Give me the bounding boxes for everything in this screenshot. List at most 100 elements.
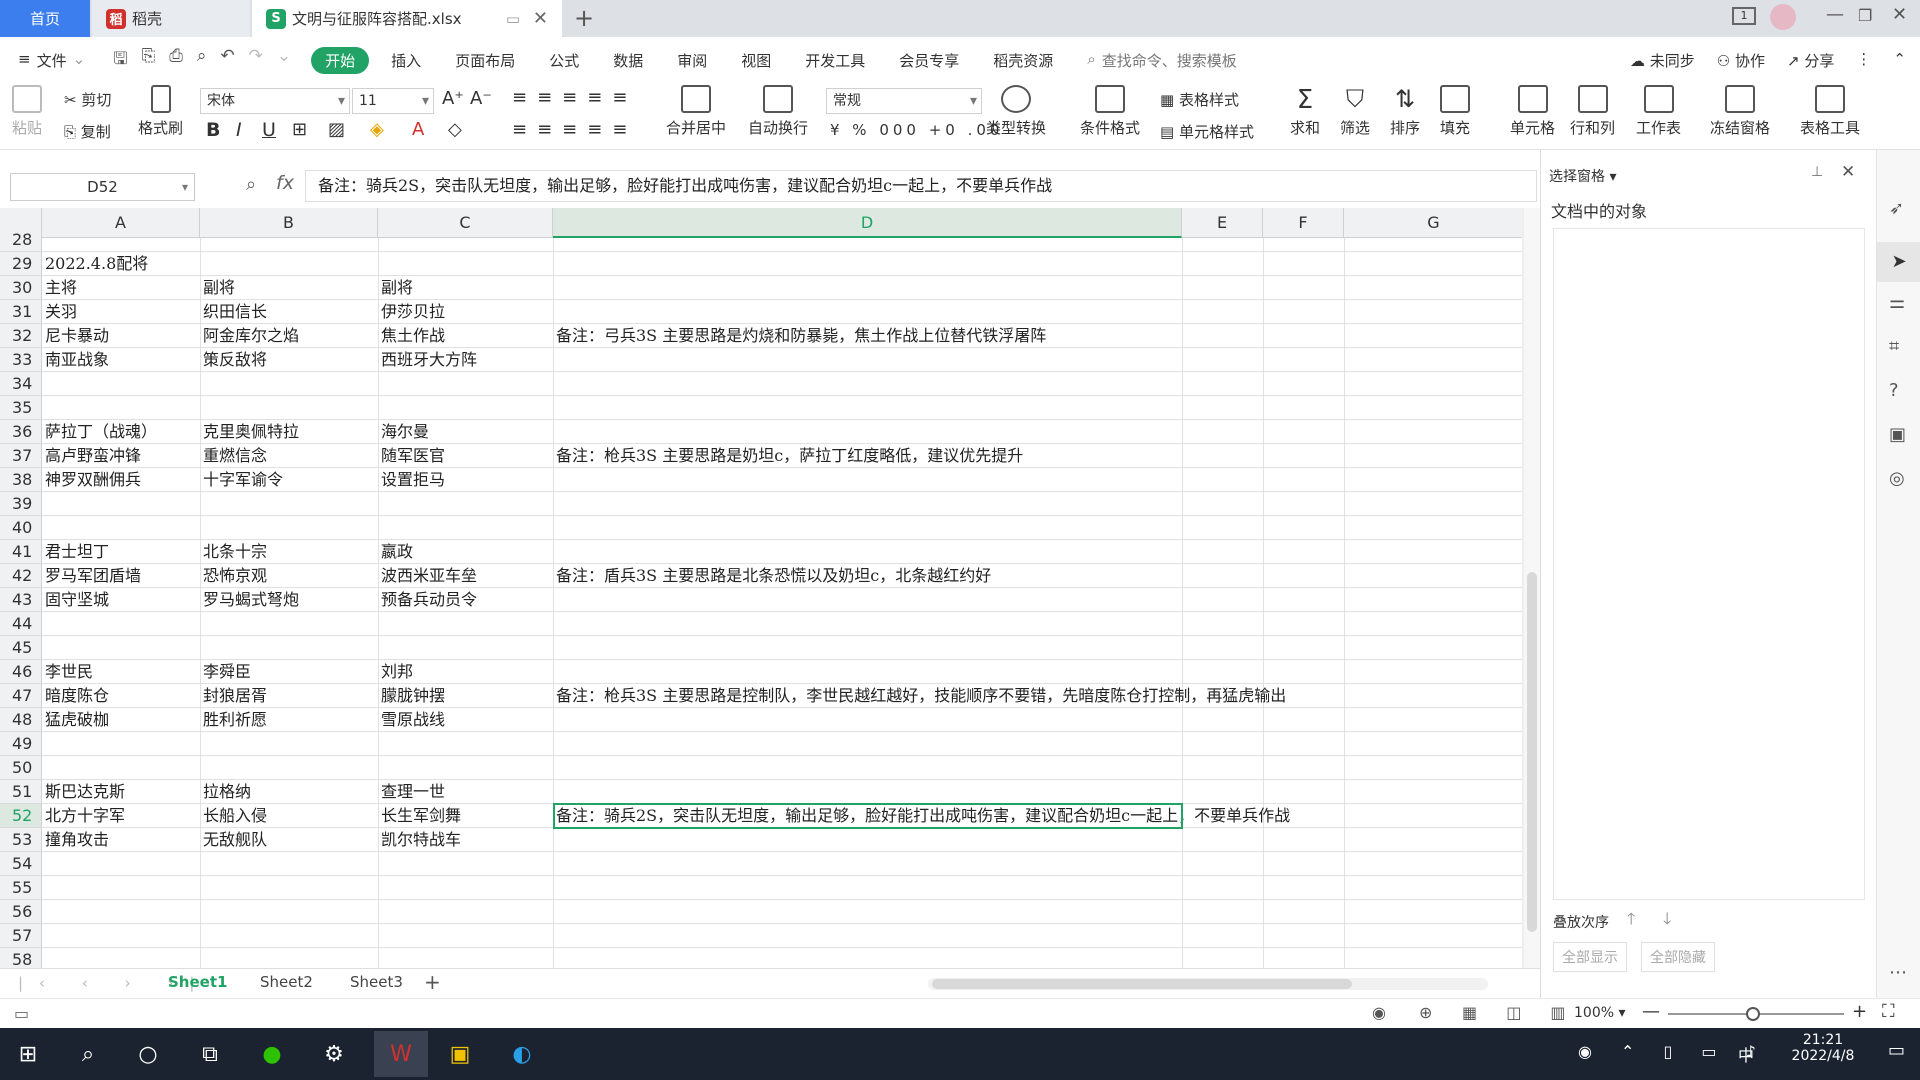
cell-c[interactable]: 设置拒马 [378,468,445,492]
row-header[interactable]: 40 [0,516,42,540]
cell-d[interactable] [553,588,556,612]
number-format-buttons[interactable]: ¥ % 000 +0 .00 [830,121,1003,139]
row-header[interactable]: 34 [0,372,42,396]
cell-d[interactable] [553,396,556,420]
cell-d[interactable] [553,780,556,804]
cell-c[interactable] [378,876,381,900]
redo-icon[interactable]: ↷ [249,46,263,75]
macro-icon[interactable]: ▭ [14,1004,29,1023]
avatar[interactable] [1770,4,1796,30]
cell-a[interactable]: 固守坚城 [42,588,109,612]
cortana-icon[interactable]: ○ [128,1034,168,1074]
cell-b[interactable]: 克里奥佩特拉 [200,420,299,444]
cell-a[interactable] [42,948,45,968]
cell-d[interactable] [553,876,556,900]
row-header[interactable]: 31 [0,300,42,324]
sheet-tab-3[interactable]: Sheet3 [350,973,403,991]
cell-b[interactable]: 胜利祈愿 [200,708,267,732]
ime-indicator[interactable]: 中 [1738,1042,1754,1066]
cell-a[interactable] [42,876,45,900]
undo-icon[interactable]: ↶ [220,46,234,75]
cut-button[interactable]: ✂ 剪切 [64,89,111,110]
cell-a[interactable] [42,516,45,540]
row-header[interactable]: 52 [0,804,42,828]
cell-b[interactable] [200,396,203,420]
cell-d[interactable]: 备注：弓兵3S 主要思路是灼烧和防暴毙，焦土作战上位替代铁浮屠阵 [553,324,1046,348]
tab-data[interactable]: 数据 [613,50,643,71]
row-header[interactable]: 55 [0,876,42,900]
task-view-icon[interactable]: ⧉ [190,1034,230,1074]
restore-icon[interactable]: ❐ [1858,6,1872,25]
cell-d[interactable] [553,660,556,684]
sort-button[interactable]: ⇅ 排序 [1390,85,1420,138]
add-sheet-icon[interactable]: + [424,970,441,994]
tab-insert[interactable]: 插入 [391,50,421,71]
fill-pattern-icon[interactable]: ▨ [328,119,345,140]
format-painter-button[interactable]: 格式刷 [138,85,183,138]
cell-a[interactable]: 罗马军团盾墙 [42,564,141,588]
cell-d[interactable] [553,348,556,372]
cell-d[interactable] [553,372,556,396]
more-menu-icon[interactable]: ⋮ [1856,50,1871,71]
cell-b[interactable]: 罗马蝎式弩炮 [200,588,299,612]
cell-c[interactable]: 伊莎贝拉 [378,300,445,324]
row-header[interactable]: 30 [0,276,42,300]
cell-c[interactable] [378,924,381,948]
export-pdf-icon[interactable]: ⎘ [142,46,156,75]
cell-a[interactable] [42,924,45,948]
merge-center-button[interactable]: 合并居中 [666,85,726,138]
pin-icon[interactable]: ▭ [506,10,520,28]
fullscreen-icon[interactable]: ⛶ [1882,1001,1895,1022]
row-header[interactable]: 33 [0,348,42,372]
row-header[interactable]: 39 [0,492,42,516]
cell-c[interactable]: 查理一世 [378,780,445,804]
cell-c[interactable] [378,756,381,780]
row-header[interactable]: 28 [0,228,42,252]
cell-a[interactable]: 暗度陈仓 [42,684,109,708]
tab-docer[interactable]: 稻稻壳 [92,0,250,37]
cell-style-button[interactable]: ▤ 单元格样式 [1160,121,1254,142]
tab-view[interactable]: 视图 [741,50,771,71]
sheet-tab-2[interactable]: Sheet2 [260,973,313,991]
cell-a[interactable]: 2022.4.8配将 [42,252,148,276]
cell-c[interactable]: 西班牙大方阵 [378,348,477,372]
table-tools-button[interactable]: 表格工具 [1800,85,1860,138]
tab-docer-resources[interactable]: 稻壳资源 [993,50,1053,71]
view-options-icon[interactable]: ◉ ⊕ [1372,1003,1446,1022]
minimize-icon[interactable]: — [1826,4,1844,25]
row-header[interactable]: 58 [0,948,42,968]
cell-d[interactable] [553,900,556,924]
file-menu[interactable]: ≡ 文件 ⌄ [18,50,85,71]
cell-d[interactable] [553,420,556,444]
font-size-select[interactable]: 11 ▾ [352,88,434,114]
rocket-icon[interactable]: ➶ [1889,198,1904,219]
cell-c[interactable]: 波西米亚车垒 [378,564,477,588]
print-preview-icon[interactable]: ⌕ [197,46,207,75]
function-icon[interactable]: fx [276,172,294,194]
fill-color-icon[interactable]: ◈ [370,119,384,140]
cell-b[interactable]: 织田信长 [200,300,267,324]
save-icon[interactable]: 🖫 [113,46,127,75]
more-quick-icon[interactable]: ⌄ [277,46,291,75]
cell-d[interactable] [553,468,556,492]
sync-button[interactable]: ☁ 未同步 [1630,50,1695,71]
cell-c[interactable]: 刘邦 [378,660,413,684]
cell-a[interactable]: 猛虎破枷 [42,708,109,732]
sheet-tab-1[interactable]: Sheet1 [168,973,227,991]
zoom-in-icon[interactable]: + [1852,1001,1867,1022]
tab-developer[interactable]: 开发工具 [805,50,865,71]
number-format-select[interactable]: 常规 ▾ [826,88,982,114]
cell-b[interactable] [200,732,203,756]
row-header[interactable]: 36 [0,420,42,444]
bold-icon[interactable]: B [206,119,220,141]
horizontal-scrollbar[interactable] [928,978,1488,990]
cell-c[interactable] [378,396,381,420]
border-icon[interactable]: ⊞ [292,119,307,140]
pin-pane-icon[interactable]: ⊥ [1811,164,1823,180]
tab-review[interactable]: 审阅 [677,50,707,71]
cell-b[interactable] [200,492,203,516]
row-header[interactable]: 46 [0,660,42,684]
vertical-align-group[interactable]: ≡≡≡≡≡ [512,87,637,108]
cell-c[interactable]: 副将 [378,276,413,300]
close-window-icon[interactable]: ✕ [1892,4,1907,25]
